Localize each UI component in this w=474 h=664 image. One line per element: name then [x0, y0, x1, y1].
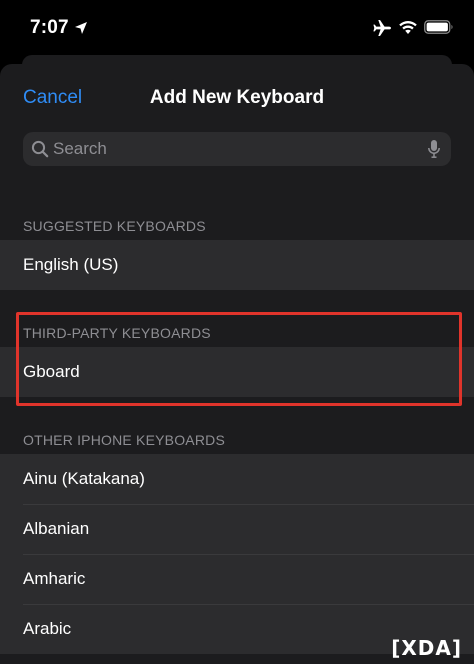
section-header-other: OTHER IPHONE KEYBOARDS	[23, 432, 225, 448]
list-item[interactable]: Amharic	[0, 554, 474, 604]
keyboard-name: Arabic	[23, 619, 72, 638]
other-keyboards-list: Ainu (Katakana) Albanian Amharic Arabic	[0, 454, 474, 654]
battery-icon	[424, 20, 453, 34]
xda-watermark: [XDA]	[391, 636, 462, 660]
status-bar: 7:07	[0, 0, 474, 52]
wifi-icon	[399, 21, 417, 34]
keyboard-name: English (US)	[23, 255, 119, 274]
page-title: Add New Keyboard	[149, 87, 325, 108]
nav-bar: Cancel Add New Keyboard	[0, 64, 474, 130]
suggested-keyboards-list: English (US)	[0, 240, 474, 290]
status-time: 7:07	[30, 17, 69, 38]
list-item[interactable]: English (US)	[0, 240, 474, 290]
section-header-suggested: SUGGESTED KEYBOARDS	[23, 218, 206, 234]
list-item[interactable]: Albanian	[0, 504, 474, 554]
search-placeholder: Search	[53, 139, 107, 158]
list-item[interactable]: Ainu (Katakana)	[0, 454, 474, 504]
microphone-icon[interactable]	[427, 139, 441, 159]
keyboard-name: Amharic	[23, 569, 86, 588]
keyboard-name: Albanian	[23, 519, 90, 538]
airplane-icon	[373, 20, 391, 36]
search-input[interactable]: Search	[23, 132, 451, 166]
highlight-annotation	[16, 312, 462, 406]
location-arrow-icon	[75, 22, 87, 34]
search-icon	[31, 140, 49, 158]
keyboard-name: Ainu (Katakana)	[23, 469, 145, 488]
watermark-text: XDA	[401, 636, 452, 660]
